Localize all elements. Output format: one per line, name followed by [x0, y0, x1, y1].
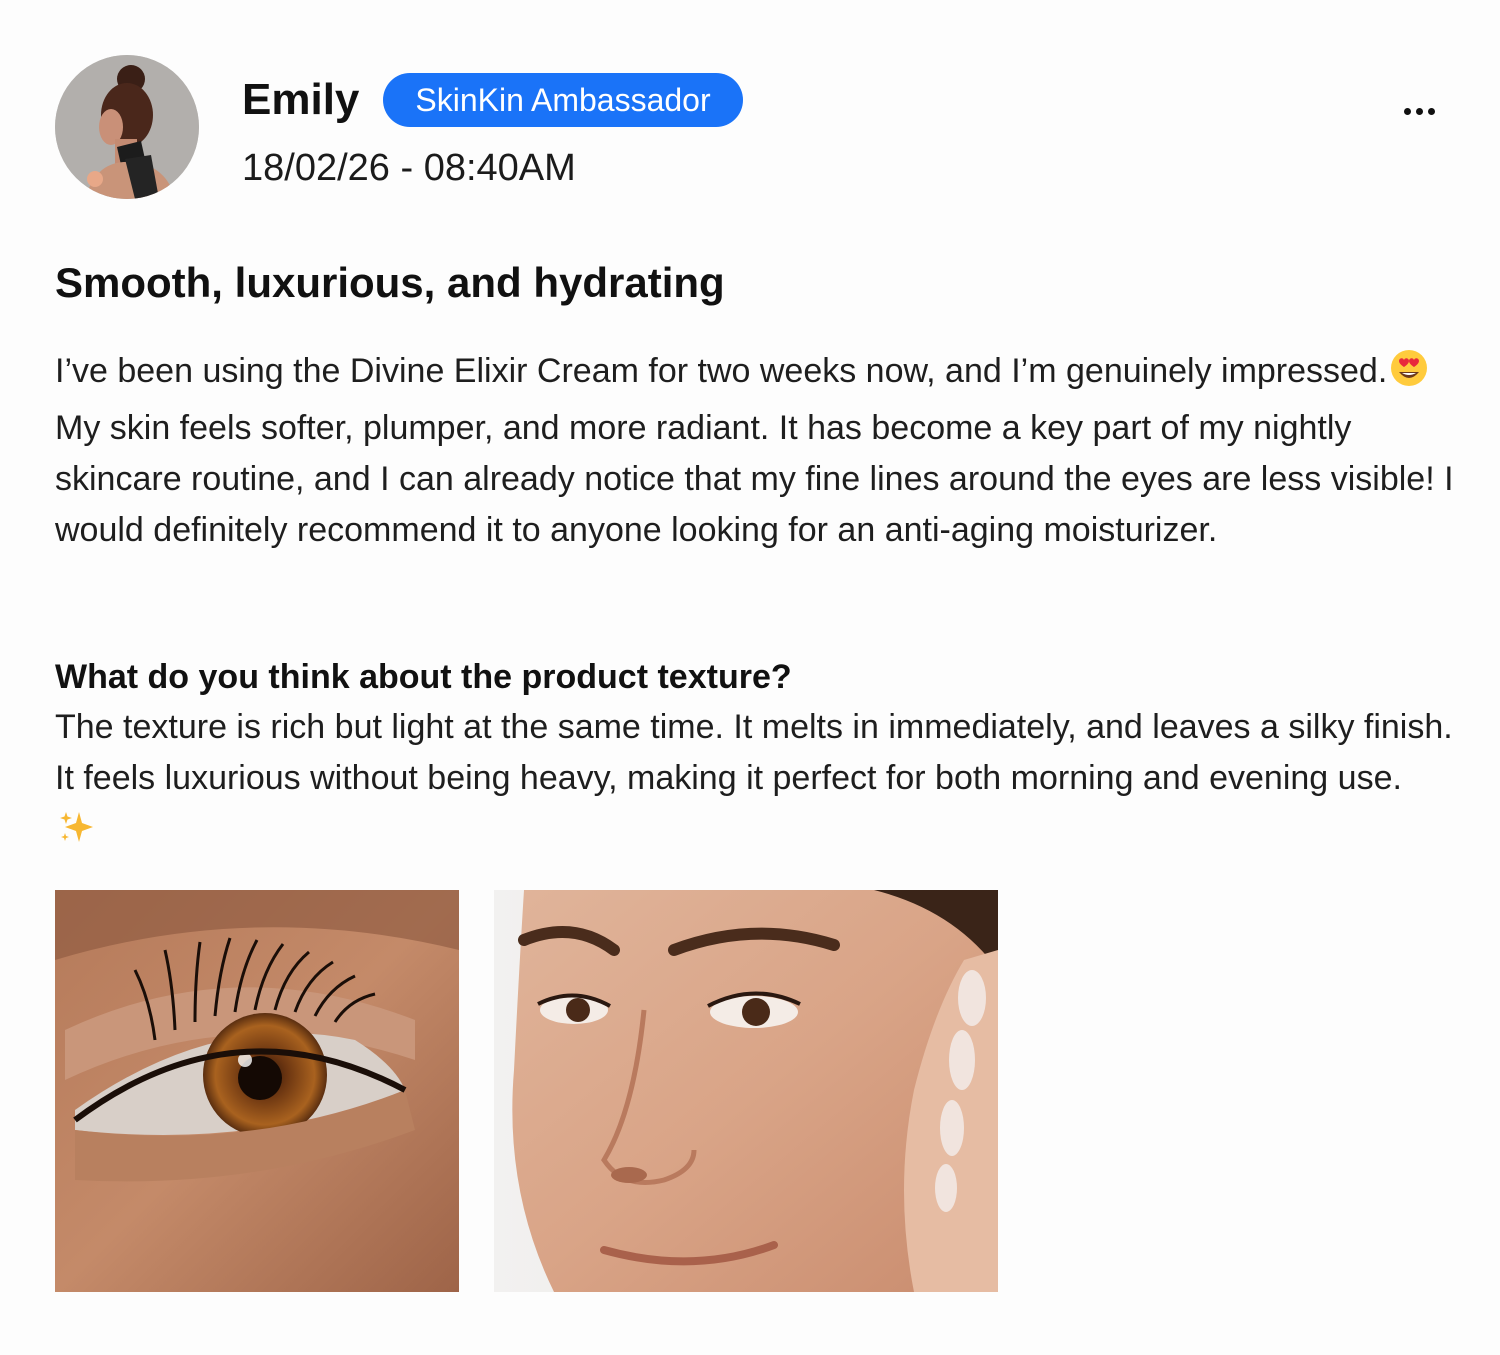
qa-answer-text: The texture is rich but light at the sam… — [55, 708, 1453, 797]
avatar[interactable] — [55, 55, 199, 199]
ambassador-badge: SkinKin Ambassador — [383, 73, 743, 127]
qa-answer: The texture is rich but light at the sam… — [55, 702, 1455, 861]
review-body-text-1: I’ve been using the Divine Elixir Cream … — [55, 352, 1388, 390]
review-card: Emily SkinKin Ambassador 18/02/26 - 08:4… — [0, 0, 1500, 1355]
heart-eyes-emoji-icon — [1389, 348, 1429, 403]
post-timestamp: 18/02/26 - 08:40AM — [242, 147, 576, 189]
eye-closeup-photo[interactable] — [55, 890, 459, 1292]
more-options-button[interactable] — [1398, 90, 1442, 130]
author-name[interactable]: Emily — [242, 70, 359, 130]
review-body-text-2: My skin feels softer, plumper, and more … — [55, 409, 1454, 549]
face-applying-cream-photo[interactable] — [494, 890, 998, 1292]
sparkles-emoji-icon — [57, 808, 95, 861]
review-body: I’ve been using the Divine Elixir Cream … — [55, 346, 1455, 556]
review-title: Smooth, luxurious, and hydrating — [55, 259, 725, 306]
qa-question: What do you think about the product text… — [55, 658, 792, 696]
